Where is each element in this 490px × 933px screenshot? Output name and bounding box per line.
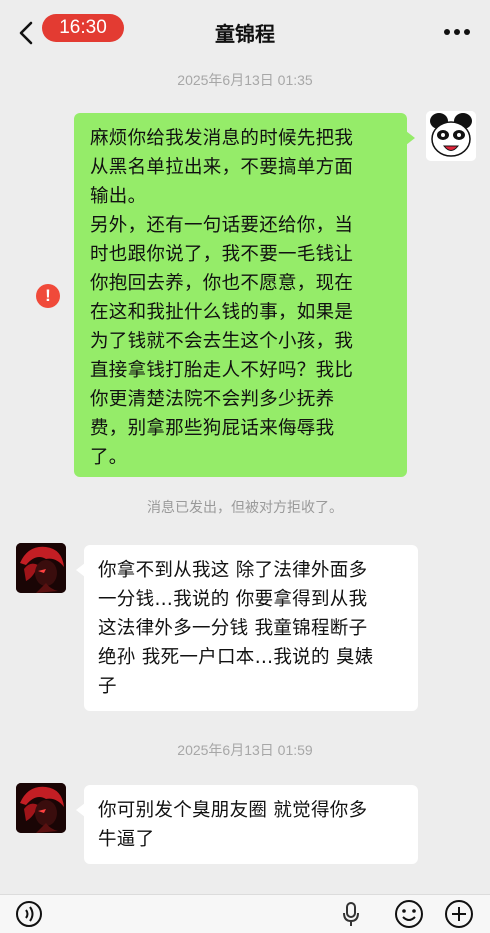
- more-button[interactable]: [442, 20, 472, 44]
- chat-header: 16:30 童锦程: [0, 0, 490, 62]
- more-dots-icon: [444, 29, 470, 35]
- contact-avatar[interactable]: [16, 783, 66, 833]
- mic-button[interactable]: [336, 899, 366, 929]
- microphone-icon: [343, 902, 359, 926]
- voice-button[interactable]: [14, 899, 44, 929]
- chat-title: 童锦程: [215, 22, 275, 46]
- failed-status-icon[interactable]: !: [36, 284, 60, 308]
- panda-avatar-icon: [426, 111, 476, 161]
- plus-button[interactable]: [444, 899, 474, 929]
- input-toolbar: [0, 894, 490, 933]
- voice-icon: [16, 901, 42, 927]
- anime-avatar-icon: [16, 543, 66, 593]
- message-timestamp: 2025年6月13日 01:35: [177, 72, 313, 88]
- message-timestamp: 2025年6月13日 01:59: [177, 742, 313, 758]
- system-note-rejected: 消息已发出，但被对方拒收了。: [147, 500, 343, 516]
- received-message-bubble[interactable]: 你可别发个臭朋友圈 就觉得你多 牛逼了: [76, 785, 418, 864]
- anime-avatar-icon: [16, 783, 66, 833]
- received-message-bubble[interactable]: 你拿不到从我这 除了法律外面多 一分钱…我说的 你要拿得到从我 这法律外多一分钱…: [76, 545, 418, 711]
- emoji-button[interactable]: [394, 899, 424, 929]
- sent-message-bubble[interactable]: 麻烦你给我发消息的时候先把我 从黑名单拉出来，不要搞单方面 输出。 另外，还有一…: [74, 113, 415, 477]
- emoji-icon: [395, 900, 423, 928]
- plus-icon: [445, 900, 473, 928]
- contact-avatar[interactable]: [16, 543, 66, 593]
- self-avatar[interactable]: [426, 111, 476, 161]
